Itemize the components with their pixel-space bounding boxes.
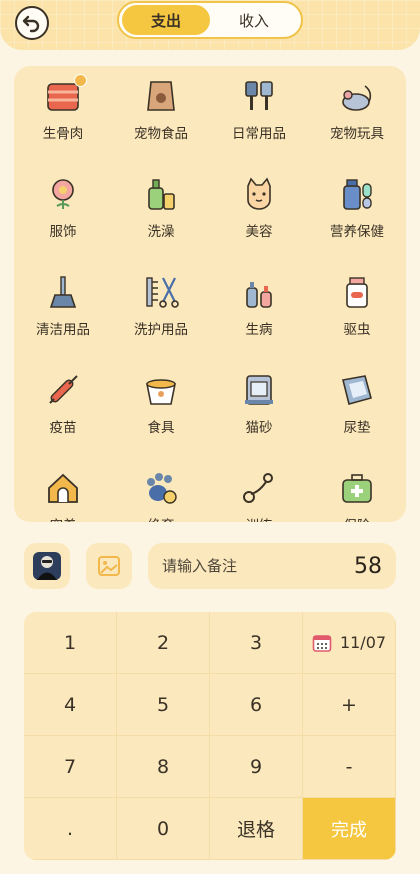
comb-brush-icon: [241, 78, 277, 114]
selected-check-icon: [74, 74, 87, 87]
category-label: 生病: [245, 322, 273, 338]
category-label: 洗澡: [147, 224, 175, 240]
food-bowl-icon: [143, 372, 179, 408]
date-label: 11/07: [339, 633, 387, 652]
first-aid-kit-icon: [339, 470, 375, 506]
category-raw-meat[interactable]: 生骨肉: [14, 66, 112, 164]
raw-meat-icon: [45, 74, 87, 114]
pet-avatar-button[interactable]: [24, 543, 70, 589]
category-vaccine[interactable]: 疫苗: [14, 360, 112, 458]
key-4[interactable]: 4: [24, 674, 117, 736]
category-label: 训练: [246, 514, 273, 522]
category-bathing[interactable]: 洗澡: [112, 164, 210, 262]
leash-icon: [241, 470, 277, 506]
category-label: 宠物食品: [134, 126, 188, 142]
category-label: 清洁用品: [36, 322, 90, 338]
category-label: 疫苗: [49, 420, 77, 436]
category-panel: 生骨肉 宠物食品 日常用品 宠物玩具 服饰 洗澡 美容 营养保健 清洁用品 洗护…: [14, 66, 406, 522]
type-segmented-control: 支出 收入: [117, 1, 303, 39]
category-label: 日常用品: [232, 126, 286, 142]
medicine-bottles-icon: [241, 274, 277, 310]
vitamin-bottle-icon: [339, 176, 375, 212]
tab-income[interactable]: 收入: [210, 5, 298, 35]
key-decimal[interactable]: .: [24, 798, 117, 860]
pet-food-bag-icon: [143, 78, 179, 114]
image-icon: [98, 556, 120, 576]
key-minus[interactable]: -: [303, 736, 396, 798]
backspace-button[interactable]: 退格: [210, 798, 303, 860]
category-pet-food[interactable]: 宠物食品: [112, 66, 210, 164]
category-grooming[interactable]: 美容: [210, 164, 308, 262]
back-arrow-icon: [22, 15, 40, 33]
key-8[interactable]: 8: [117, 736, 210, 798]
key-9[interactable]: 9: [210, 736, 303, 798]
category-daily-supplies[interactable]: 日常用品: [210, 66, 308, 164]
back-button[interactable]: [15, 6, 49, 40]
broom-icon: [45, 274, 81, 310]
category-label: 尿垫: [343, 420, 371, 436]
key-0[interactable]: 0: [117, 798, 210, 860]
shampoo-bottle-icon: [143, 176, 179, 212]
note-input[interactable]: [162, 557, 322, 575]
key-1[interactable]: 1: [24, 612, 117, 674]
tab-expense[interactable]: 支出: [122, 5, 210, 35]
category-label: 宠物玩具: [330, 126, 384, 142]
category-label: 生骨肉: [42, 126, 84, 142]
category-label: 美容: [245, 224, 273, 240]
note-field-container: 58: [148, 543, 396, 589]
category-label: 服饰: [49, 224, 77, 240]
key-5[interactable]: 5: [117, 674, 210, 736]
category-label: 宠着: [50, 514, 77, 522]
pee-pad-icon: [339, 372, 375, 408]
category-grid: 生骨肉 宠物食品 日常用品 宠物玩具 服饰 洗澡 美容 营养保健 清洁用品 洗护…: [14, 66, 406, 522]
category-label: 营养保健: [330, 224, 384, 240]
number-keypad: 1 2 3 11/07 4 5 6 + 7 8 9 - . 0 退格 完成: [24, 612, 396, 860]
category-label: 保险: [344, 514, 371, 522]
category-cleaning[interactable]: 清洁用品: [14, 262, 112, 360]
category-illness[interactable]: 生病: [210, 262, 308, 360]
category-nutrition[interactable]: 营养保健: [308, 164, 406, 262]
pill-bottle-icon: [339, 274, 375, 310]
category-care-products[interactable]: 洗护用品: [112, 262, 210, 360]
category-neuter[interactable]: 绝育: [112, 458, 210, 522]
toy-mouse-icon: [339, 78, 375, 114]
done-button[interactable]: 完成: [303, 798, 396, 860]
key-2[interactable]: 2: [117, 612, 210, 674]
amount-display: 58: [354, 553, 382, 579]
category-label: 绝育: [148, 514, 175, 522]
category-tableware[interactable]: 食具: [112, 360, 210, 458]
key-3[interactable]: 3: [210, 612, 303, 674]
category-training[interactable]: 训练: [210, 458, 308, 522]
category-label: 猫砂: [245, 420, 273, 436]
category-pet-toys[interactable]: 宠物玩具: [308, 66, 406, 164]
comb-scissors-icon: [143, 274, 179, 310]
calendar-icon: [312, 634, 332, 652]
category-insurance[interactable]: 保险: [308, 458, 406, 522]
key-7[interactable]: 7: [24, 736, 117, 798]
cat-face-icon: [241, 176, 277, 212]
date-picker-button[interactable]: 11/07: [303, 612, 396, 674]
key-plus[interactable]: +: [303, 674, 396, 736]
category-label: 洗护用品: [134, 322, 188, 338]
pet-avatar-icon: [33, 552, 61, 580]
flower-bow-icon: [45, 176, 81, 212]
litter-box-icon: [241, 372, 277, 408]
category-label: 食具: [147, 420, 175, 436]
syringe-icon: [45, 372, 81, 408]
category-deworming[interactable]: 驱虫: [308, 262, 406, 360]
key-6[interactable]: 6: [210, 674, 303, 736]
category-label: 驱虫: [343, 322, 371, 338]
category-pee-pad[interactable]: 尿垫: [308, 360, 406, 458]
category-pet-house[interactable]: 宠着: [14, 458, 112, 522]
paw-shield-icon: [143, 470, 179, 506]
pet-house-icon: [45, 470, 81, 506]
attach-image-button[interactable]: [86, 543, 132, 589]
category-cat-litter[interactable]: 猫砂: [210, 360, 308, 458]
top-bar: 支出 收入: [0, 0, 420, 50]
category-apparel[interactable]: 服饰: [14, 164, 112, 262]
